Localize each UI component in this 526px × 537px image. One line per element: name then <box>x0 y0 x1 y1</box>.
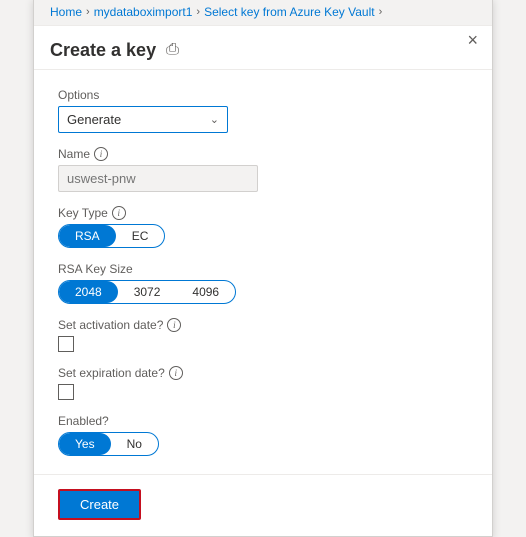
activation-info-icon[interactable]: i <box>167 318 181 332</box>
breadcrumb-sep1: › <box>86 6 90 18</box>
chevron-down-icon: ⌄ <box>210 113 219 126</box>
form-content: Options Generate ⌄ Name i Key Type i RSA <box>34 70 492 474</box>
breadcrumb-home[interactable]: Home <box>50 5 82 19</box>
print-icon[interactable]: ⎙ <box>166 41 179 59</box>
options-dropdown[interactable]: Generate ⌄ <box>58 106 228 133</box>
activation-checkbox[interactable] <box>58 336 74 352</box>
expiration-info-icon[interactable]: i <box>169 366 183 380</box>
activation-date-field: Set activation date? i <box>58 318 468 352</box>
rsa-size-3072[interactable]: 3072 <box>118 281 177 303</box>
rsa-key-size-field: RSA Key Size 2048 3072 4096 <box>58 262 468 304</box>
panel-footer: Create <box>34 474 492 536</box>
enabled-field: Enabled? Yes No <box>58 414 468 456</box>
options-value: Generate <box>67 112 121 127</box>
activation-label: Set activation date? i <box>58 318 468 332</box>
expiration-label: Set expiration date? i <box>58 366 468 380</box>
key-type-toggle: RSA EC <box>58 224 165 248</box>
breadcrumb-sep2: › <box>196 6 200 18</box>
breadcrumb: Home › mydataboximport1 › Select key fro… <box>34 0 492 26</box>
options-label: Options <box>58 88 468 102</box>
breadcrumb-sep3: › <box>379 6 383 18</box>
expiration-date-field: Set expiration date? i <box>58 366 468 400</box>
breadcrumb-vault[interactable]: Select key from Azure Key Vault <box>204 5 375 19</box>
name-field: Name i <box>58 147 468 192</box>
close-button[interactable]: × <box>467 31 478 49</box>
enabled-toggle: Yes No <box>58 432 159 456</box>
name-info-icon[interactable]: i <box>94 147 108 161</box>
name-input[interactable] <box>58 165 258 192</box>
expiration-checkbox[interactable] <box>58 384 74 400</box>
key-type-rsa[interactable]: RSA <box>59 225 116 247</box>
rsa-key-size-label: RSA Key Size <box>58 262 468 276</box>
rsa-size-4096[interactable]: 4096 <box>176 281 235 303</box>
activation-checkbox-wrapper <box>58 336 468 352</box>
key-type-field: Key Type i RSA EC <box>58 206 468 248</box>
key-type-info-icon[interactable]: i <box>112 206 126 220</box>
breadcrumb-import[interactable]: mydataboximport1 <box>94 5 193 19</box>
enabled-yes[interactable]: Yes <box>59 433 111 455</box>
key-type-label: Key Type i <box>58 206 468 220</box>
page-title: Create a key <box>50 40 156 61</box>
enabled-no[interactable]: No <box>111 433 158 455</box>
create-button[interactable]: Create <box>58 489 141 520</box>
panel-header: Create a key ⎙ <box>34 26 492 70</box>
expiration-checkbox-wrapper <box>58 384 468 400</box>
create-key-panel: Home › mydataboximport1 › Select key fro… <box>33 0 493 537</box>
options-field: Options Generate ⌄ <box>58 88 468 133</box>
key-type-ec[interactable]: EC <box>116 225 165 247</box>
rsa-size-2048[interactable]: 2048 <box>59 281 118 303</box>
enabled-label: Enabled? <box>58 414 468 428</box>
rsa-key-size-toggle: 2048 3072 4096 <box>58 280 236 304</box>
name-label: Name i <box>58 147 468 161</box>
